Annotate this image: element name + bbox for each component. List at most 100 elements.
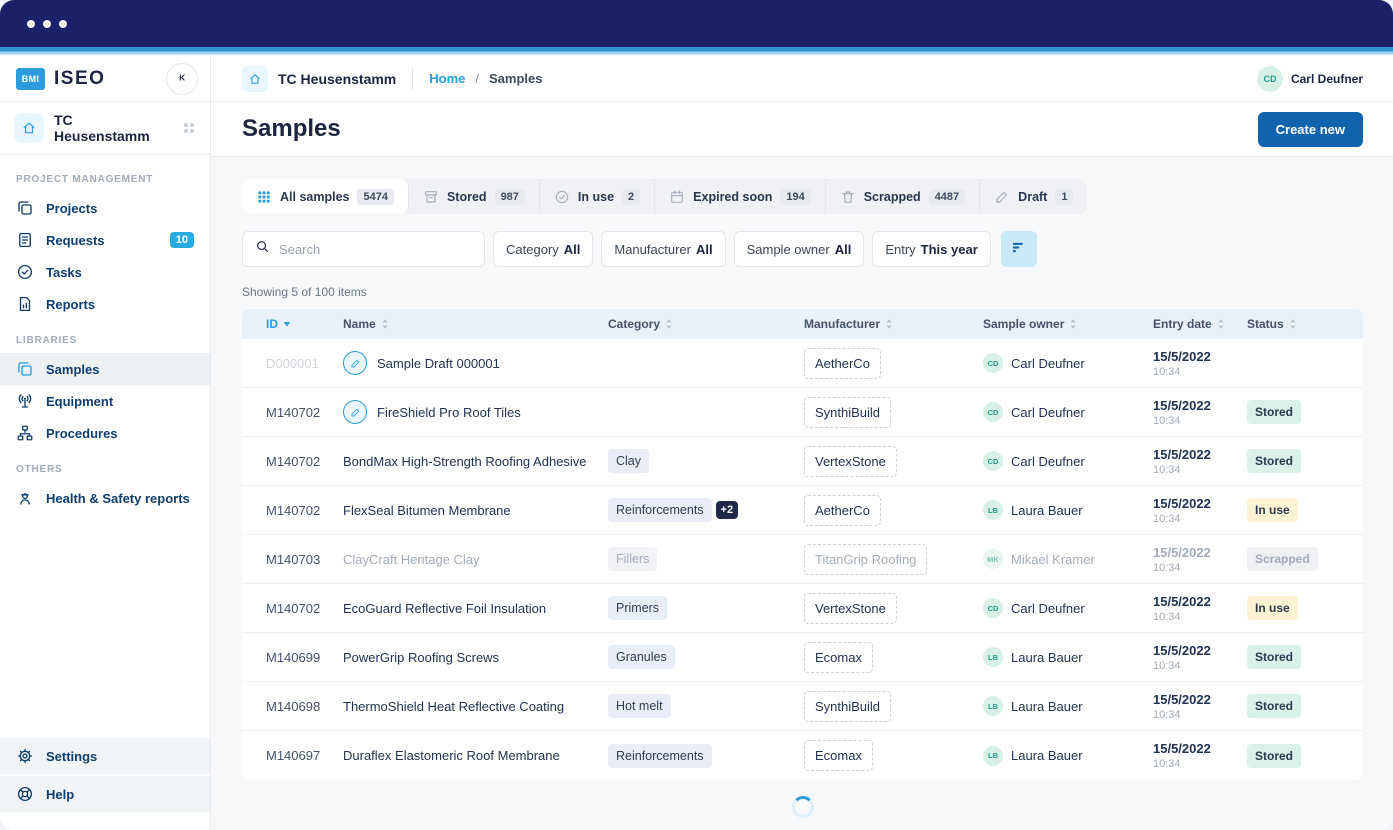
tab-stored[interactable]: Stored 987 <box>409 179 540 214</box>
manufacturer-tag[interactable]: SynthiBuild <box>804 691 891 722</box>
filter-manufacturer[interactable]: Manufacturer All <box>601 231 725 267</box>
table-row[interactable]: M140702 FlexSeal Bitumen Membrane Reinfo… <box>242 486 1363 535</box>
table-row[interactable]: M140698 ThermoShield Heat Reflective Coa… <box>242 682 1363 731</box>
user-menu[interactable]: CD Carl Deufner <box>1257 66 1363 92</box>
gear-icon <box>16 747 34 765</box>
tab-label: Scrapped <box>864 190 921 204</box>
sidebar-item-requests[interactable]: Requests 10 <box>0 224 210 256</box>
sort-button[interactable] <box>1001 231 1037 267</box>
sidebar-collapse-button[interactable] <box>166 63 198 95</box>
table-row[interactable]: M140702 EcoGuard Reflective Foil Insulat… <box>242 584 1363 633</box>
column-header-manufacturer[interactable]: Manufacturer <box>804 317 983 331</box>
table-row[interactable]: M140703 ClayCraft Heritage Clay Fillers … <box>242 535 1363 584</box>
table-row[interactable]: M140702 FireShield Pro Roof Tiles Synthi… <box>242 388 1363 437</box>
tab-in-use[interactable]: In use 2 <box>540 179 655 214</box>
sidebar-item-label: Tasks <box>46 265 82 280</box>
tab-label: All samples <box>280 190 349 204</box>
window-controls[interactable] <box>27 20 67 28</box>
stored-icon <box>423 189 439 205</box>
create-new-button[interactable]: Create new <box>1258 112 1363 147</box>
grid-icon[interactable] <box>182 121 196 135</box>
table-row[interactable]: D000001 Sample Draft 000001 AetherCo CD … <box>242 339 1363 388</box>
category-badge: Primers <box>608 596 667 620</box>
cell-category: Reinforcements+2 <box>608 498 804 522</box>
workspace-selector[interactable]: TC Heusenstamm <box>0 102 210 155</box>
cell-owner: LB Laura Bauer <box>983 647 1153 667</box>
search-box[interactable] <box>242 231 485 267</box>
breadcrumb-workspace[interactable]: TC Heusenstamm <box>278 71 396 87</box>
cell-owner: MK Mikael Kramer <box>983 549 1153 569</box>
cell-name: Duraflex Elastomeric Roof Membrane <box>343 748 608 763</box>
column-header-name[interactable]: Name <box>343 317 608 331</box>
column-header-entry-date[interactable]: Entry date <box>1153 317 1247 331</box>
safety-icon <box>16 489 34 507</box>
breadcrumb-home-icon[interactable] <box>242 66 268 92</box>
table-row[interactable]: M140697 Duraflex Elastomeric Roof Membra… <box>242 731 1363 780</box>
column-header-category[interactable]: Category <box>608 317 804 331</box>
column-header-status[interactable]: Status <box>1247 317 1363 331</box>
manufacturer-tag[interactable]: AetherCo <box>804 348 881 379</box>
cell-manufacturer: Ecomax <box>804 642 983 673</box>
draft-icon <box>994 189 1010 205</box>
cell-name: Sample Draft 000001 <box>343 351 608 375</box>
category-badge: Reinforcements <box>608 744 712 768</box>
manufacturer-tag[interactable]: Ecomax <box>804 740 873 771</box>
sidebar-item-projects[interactable]: Projects <box>0 192 210 224</box>
cell-entry-date: 15/5/2022 10:34 <box>1153 594 1247 623</box>
filter-category[interactable]: Category All <box>493 231 593 267</box>
category-extra-badge[interactable]: +2 <box>716 501 739 519</box>
manufacturer-tag[interactable]: VertexStone <box>804 593 897 624</box>
cell-manufacturer: TitanGrip Roofing <box>804 544 983 575</box>
status-badge: Stored <box>1247 744 1301 768</box>
app-logo[interactable]: BMI ISEO <box>16 68 105 90</box>
sidebar-item-equipment[interactable]: Equipment <box>0 385 210 417</box>
tab-scrapped[interactable]: Scrapped 4487 <box>826 179 980 214</box>
cell-status: Scrapped <box>1247 547 1363 571</box>
manufacturer-tag[interactable]: SynthiBuild <box>804 397 891 428</box>
sidebar-item-reports[interactable]: Reports <box>0 288 210 320</box>
app-window: BMI ISEO TC Heusenstamm PROJECT MANAGEME… <box>0 0 1393 830</box>
loading-spinner <box>792 796 814 818</box>
all-samples-icon <box>256 189 272 205</box>
sidebar-item-help[interactable]: Help <box>0 776 210 812</box>
breadcrumb-home-link[interactable]: Home <box>429 71 465 86</box>
tab-expired-soon[interactable]: Expired soon 194 <box>655 179 826 214</box>
sort-carets-icon <box>381 318 389 330</box>
cell-entry-date: 15/5/2022 10:34 <box>1153 447 1247 476</box>
sidebar-item-health-safety-reports[interactable]: Health & Safety reports <box>0 482 210 514</box>
column-header-sample-owner[interactable]: Sample owner <box>983 317 1153 331</box>
cell-id: M140702 <box>266 601 343 616</box>
tab-label: Stored <box>447 190 487 204</box>
sidebar-nav: PROJECT MANAGEMENT Projects Requests 10 … <box>0 155 210 738</box>
filter-value: All <box>835 242 852 257</box>
breadcrumb-current: Samples <box>489 71 542 86</box>
filter-sample-owner[interactable]: Sample owner All <box>734 231 865 267</box>
table-row[interactable]: M140699 PowerGrip Roofing Screws Granule… <box>242 633 1363 682</box>
status-badge: Stored <box>1247 694 1301 718</box>
search-input[interactable] <box>279 242 472 257</box>
sidebar-section-label: OTHERS <box>16 464 194 475</box>
cell-id: M140702 <box>266 454 343 469</box>
table-row[interactable]: M140702 BondMax High-Strength Roofing Ad… <box>242 437 1363 486</box>
in-use-icon <box>554 189 570 205</box>
sidebar-item-label: Projects <box>46 201 97 216</box>
tab-count-badge: 194 <box>780 189 810 205</box>
cell-id: M140702 <box>266 503 343 518</box>
category-badge: Granules <box>608 645 675 669</box>
tab-all-samples[interactable]: All samples 5474 <box>242 179 409 214</box>
manufacturer-tag[interactable]: VertexStone <box>804 446 897 477</box>
filter-entry[interactable]: Entry This year <box>872 231 990 267</box>
cell-owner: LB Laura Bauer <box>983 500 1153 520</box>
manufacturer-tag[interactable]: Ecomax <box>804 642 873 673</box>
manufacturer-tag[interactable]: AetherCo <box>804 495 881 526</box>
tab-draft[interactable]: Draft 1 <box>980 179 1087 214</box>
owner-avatar: CD <box>983 402 1003 422</box>
sidebar-item-samples[interactable]: Samples <box>0 353 210 385</box>
filter-label: Entry <box>885 242 915 257</box>
sort-lines-icon <box>1010 239 1027 259</box>
column-header-id[interactable]: ID <box>266 317 343 331</box>
sidebar-item-procedures[interactable]: Procedures <box>0 417 210 449</box>
manufacturer-tag[interactable]: TitanGrip Roofing <box>804 544 927 575</box>
sidebar-item-settings[interactable]: Settings <box>0 738 210 774</box>
sidebar-item-tasks[interactable]: Tasks <box>0 256 210 288</box>
